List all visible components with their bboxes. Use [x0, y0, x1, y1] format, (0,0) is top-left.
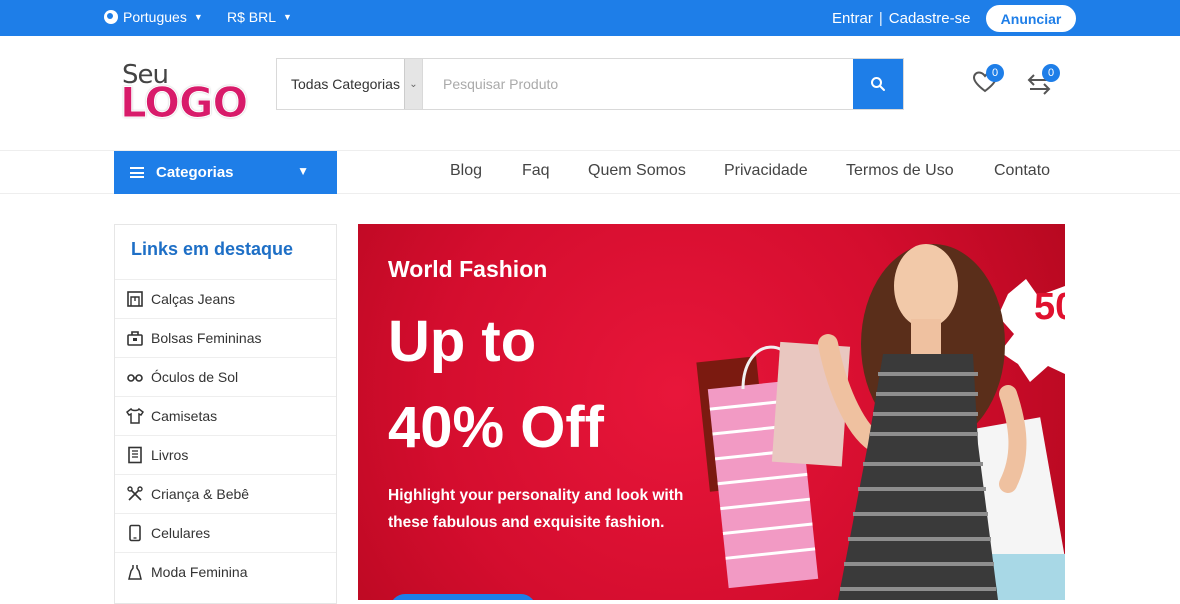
sidebar-item-label: Calças Jeans [151, 291, 236, 307]
nav-link-privacy[interactable]: Privacidade [724, 162, 808, 180]
search-button[interactable] [853, 59, 903, 109]
sidebar-item-phones[interactable]: Celulares [115, 513, 336, 552]
nav-link-blog[interactable]: Blog [450, 162, 482, 180]
sidebar-item-label: Camisetas [151, 408, 218, 424]
sidebar-item-label: Óculos de Sol [151, 369, 239, 385]
sidebar-item-tshirts[interactable]: Camisetas [115, 396, 336, 435]
search-icon [871, 77, 885, 91]
site-logo[interactable]: Seu LOGO [118, 58, 253, 130]
compare-count-badge: 0 [1042, 64, 1060, 82]
login-link[interactable]: Entrar [832, 10, 873, 27]
search-bar: Todas Categorias ⌄ [276, 58, 904, 110]
menu-icon [130, 167, 144, 178]
nav-link-about[interactable]: Quem Somos [588, 162, 686, 180]
sidebar-item-bags[interactable]: Bolsas Femininas [115, 318, 336, 357]
compare-button[interactable]: 0 [1026, 64, 1060, 104]
sidebar-item-label: Celulares [151, 525, 211, 541]
categories-label: Categorias [156, 164, 234, 181]
sidebar-item-label: Bolsas Femininas [151, 330, 262, 346]
sidebar-item-books[interactable]: Livros [115, 435, 336, 474]
wishlist-count-badge: 0 [986, 64, 1004, 82]
separator: | [878, 10, 883, 27]
model-with-bags-image [696, 244, 1065, 600]
nav-link-terms[interactable]: Termos de Uso [846, 162, 954, 180]
sidebar-item-womens-fashion[interactable]: Moda Feminina [115, 552, 336, 591]
currency-selector[interactable]: R$ BRL ▼ [227, 9, 292, 25]
nav-link-contact[interactable]: Contato [994, 162, 1050, 180]
sidebar-item-kids[interactable]: Criança & Bebê [115, 474, 336, 513]
language-label: Portugues [123, 9, 187, 25]
globe-icon [104, 10, 118, 24]
account-links: Entrar | Cadastre-se [832, 10, 970, 27]
categories-menu-button[interactable]: Categorias ▼ [114, 151, 337, 194]
bag-icon [125, 329, 145, 347]
sidebar-item-sunglasses[interactable]: Óculos de Sol [115, 357, 336, 396]
sidebar-item-jeans[interactable]: Calças Jeans [115, 279, 336, 318]
hero-banner[interactable]: World Fashion Up to 40% Off Highlight yo… [358, 224, 1065, 600]
currency-label: R$ BRL [227, 9, 277, 25]
nav-link-faq[interactable]: Faq [522, 162, 550, 180]
book-icon [125, 446, 145, 464]
wishlist-button[interactable]: 0 [972, 64, 1004, 102]
language-selector[interactable]: Portugues ▼ [104, 9, 203, 25]
sidebar-item-label: Criança & Bebê [151, 486, 250, 502]
sidebar-title: Links em destaque [131, 239, 294, 259]
register-link[interactable]: Cadastre-se [889, 10, 971, 27]
chevron-down-icon: ▼ [297, 164, 309, 178]
sidebar-item-label: Moda Feminina [151, 564, 248, 580]
category-select-value: Todas Categorias [291, 76, 400, 92]
announce-button[interactable]: Anunciar [986, 5, 1076, 32]
featured-links-sidebar: Links em destaque Calças Jeans Bolsas Fe… [114, 224, 337, 604]
caret-down-icon: ▼ [283, 12, 292, 22]
baby-icon [125, 485, 145, 503]
phone-icon [125, 524, 145, 542]
jeans-icon [125, 290, 145, 308]
sunglasses-icon [125, 368, 145, 386]
tshirt-icon [125, 407, 145, 425]
top-bar: Portugues ▼ R$ BRL ▼ Entrar | Cadastre-s… [0, 0, 1180, 36]
sidebar-item-label: Livros [151, 447, 189, 463]
dress-icon [125, 563, 145, 581]
category-select[interactable]: Todas Categorias ⌄ [277, 59, 423, 109]
search-input[interactable] [423, 59, 853, 109]
sale-tag: 50 [1034, 286, 1065, 328]
logo-line-2: LOGO [119, 78, 248, 128]
chevron-down-icon[interactable]: ⌄ [404, 59, 422, 109]
caret-down-icon: ▼ [193, 12, 203, 22]
